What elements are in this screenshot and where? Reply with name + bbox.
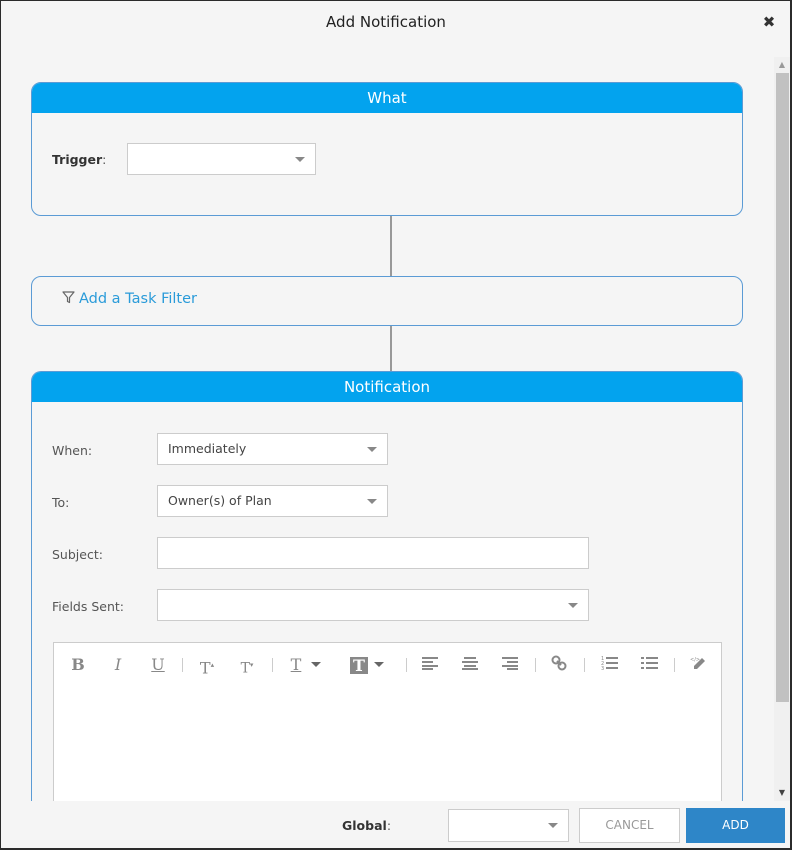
message-editor[interactable]: B I U T▴ T▾ T T 1 2 3 </> xyxy=(53,642,722,801)
editor-toolbar: B I U T▴ T▾ T T 1 2 3 </> xyxy=(54,643,721,687)
add-notification-dialog: Add Notification ✖ What Trigger: Add a T… xyxy=(1,1,790,848)
what-header: What xyxy=(32,83,742,113)
trigger-colon: : xyxy=(102,152,107,167)
subject-label: Subject: xyxy=(52,547,103,562)
chevron-down-icon xyxy=(295,157,305,162)
global-colon: : xyxy=(386,818,392,833)
connector-line xyxy=(390,326,392,371)
when-select[interactable]: Immediately xyxy=(157,433,388,465)
dialog-title: Add Notification xyxy=(326,13,446,31)
global-select[interactable] xyxy=(448,809,569,842)
dialog-body: What Trigger: Add a Task Filter Notifica… xyxy=(1,43,790,801)
scroll-down-icon[interactable]: ▼ xyxy=(774,785,790,801)
trigger-label: Trigger: xyxy=(52,152,106,167)
subscript-icon: T xyxy=(240,660,250,677)
align-right-button[interactable] xyxy=(500,655,520,675)
align-center-icon xyxy=(462,657,478,670)
connector-line xyxy=(390,216,392,276)
underline-button[interactable]: U xyxy=(148,655,168,675)
cancel-button[interactable]: CANCEL xyxy=(579,808,680,843)
svg-text:</>: </> xyxy=(690,657,700,663)
add-task-filter-link[interactable]: Add a Task Filter xyxy=(62,291,197,307)
what-section: What Trigger: xyxy=(31,82,743,216)
italic-button[interactable]: I xyxy=(108,655,128,675)
add-button[interactable]: ADD xyxy=(686,808,785,843)
vertical-scrollbar[interactable]: ▲ ▼ xyxy=(774,57,790,801)
align-left-button[interactable] xyxy=(420,655,440,675)
align-left-icon xyxy=(422,657,438,670)
chevron-down-icon xyxy=(548,823,558,828)
chevron-down-icon xyxy=(311,662,321,667)
svg-text:3: 3 xyxy=(601,666,604,671)
filter-icon xyxy=(62,291,75,304)
close-icon[interactable]: ✖ xyxy=(761,13,777,31)
link-icon xyxy=(551,655,567,671)
highlight-button[interactable]: T xyxy=(350,657,368,674)
toolbar-separator xyxy=(535,658,536,672)
fields-sent-label: Fields Sent: xyxy=(52,599,124,614)
align-right-icon xyxy=(502,657,518,670)
bold-button[interactable]: B xyxy=(68,655,88,675)
link-button[interactable] xyxy=(549,655,569,675)
numbered-list-button[interactable]: 123 xyxy=(599,655,619,675)
toolbar-separator xyxy=(674,658,675,672)
toolbar-separator xyxy=(406,658,407,672)
subscript-button[interactable]: T▾ xyxy=(236,655,258,677)
toolbar-separator xyxy=(584,658,585,672)
chevron-down-icon xyxy=(374,662,384,667)
chevron-down-icon xyxy=(367,447,377,452)
subject-input[interactable] xyxy=(157,537,589,569)
notification-section: Notification When: Immediately To: Owner… xyxy=(31,371,743,801)
chevron-down-icon xyxy=(568,603,578,608)
add-task-filter-label: Add a Task Filter xyxy=(79,291,197,307)
scrollbar-thumb[interactable] xyxy=(776,73,789,702)
pencil-icon: </> xyxy=(690,657,705,669)
align-center-button[interactable] xyxy=(460,655,480,675)
to-label: To: xyxy=(52,495,70,510)
font-color-button[interactable]: T xyxy=(286,655,306,675)
toolbar-separator xyxy=(182,658,183,672)
scroll-up-icon[interactable]: ▲ xyxy=(774,57,790,73)
dialog-footer: Global: CANCEL ADD xyxy=(1,801,790,848)
to-value: Owner(s) of Plan xyxy=(168,493,272,508)
global-label-text: Global xyxy=(342,818,387,833)
toolbar-separator xyxy=(272,658,273,672)
to-select[interactable]: Owner(s) of Plan xyxy=(157,485,388,517)
superscript-button[interactable]: T▴ xyxy=(196,655,218,678)
bullet-list-icon xyxy=(640,657,658,669)
fields-sent-select[interactable] xyxy=(157,589,589,621)
global-label: Global: xyxy=(342,818,391,833)
trigger-label-text: Trigger xyxy=(52,152,103,167)
bullet-list-button[interactable] xyxy=(639,655,659,675)
when-label: When: xyxy=(52,443,93,458)
notification-header: Notification xyxy=(32,372,742,402)
when-value: Immediately xyxy=(168,441,247,456)
chevron-down-icon xyxy=(367,499,377,504)
html-edit-button[interactable]: </> xyxy=(688,655,708,675)
trigger-select[interactable] xyxy=(127,143,316,175)
task-filter-section: Add a Task Filter xyxy=(31,276,743,326)
superscript-icon: T xyxy=(199,658,211,678)
numbered-list-icon: 123 xyxy=(601,656,618,672)
